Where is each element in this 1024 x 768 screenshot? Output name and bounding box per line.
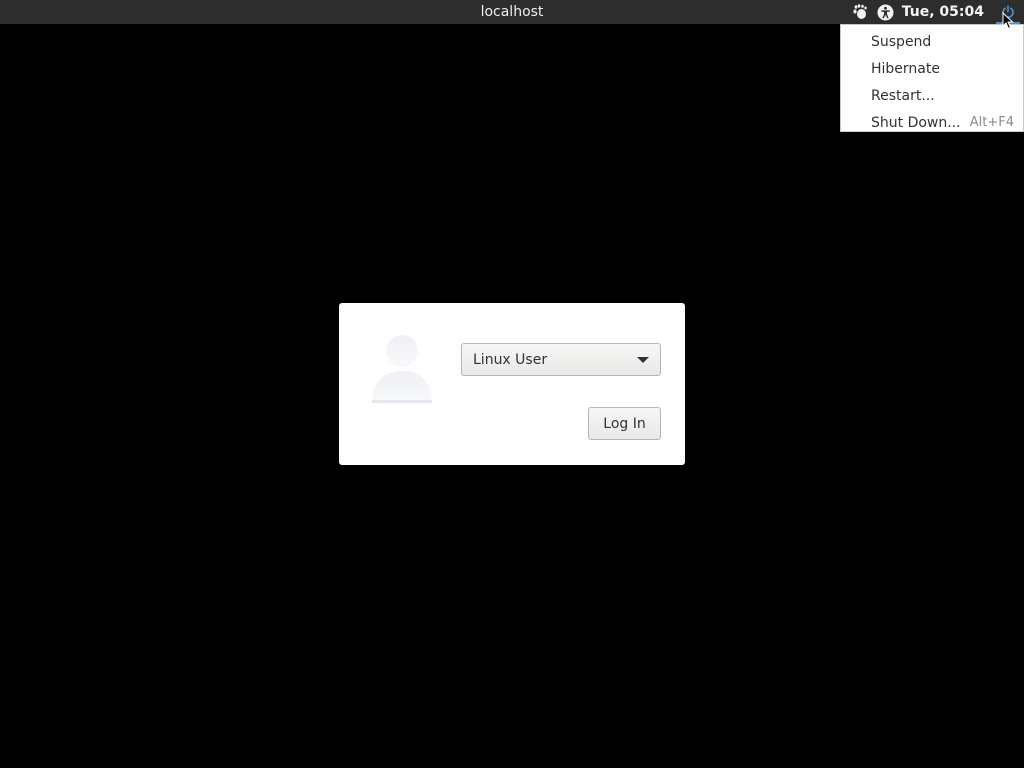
login-dialog: Linux User Log In xyxy=(339,303,685,465)
chevron-down-icon xyxy=(637,357,649,363)
clock[interactable]: Tue, 05:04 xyxy=(902,4,984,20)
log-in-button[interactable]: Log In xyxy=(588,407,661,440)
menu-item-label: Hibernate xyxy=(871,60,940,77)
menu-item-label: Restart... xyxy=(871,87,935,104)
menu-item-label: Suspend xyxy=(871,33,932,50)
menu-item-accel: Alt+F4 xyxy=(969,115,1014,130)
menu-item-hibernate[interactable]: Hibernate xyxy=(841,55,1023,82)
power-menu: Suspend Hibernate Restart... Shut Down..… xyxy=(840,24,1024,132)
menu-item-suspend[interactable]: Suspend xyxy=(841,28,1023,55)
gnome-foot-icon[interactable] xyxy=(848,0,872,24)
user-avatar-icon xyxy=(372,335,432,403)
selected-user: Linux User xyxy=(473,351,548,368)
menu-item-label: Shut Down... xyxy=(871,114,961,131)
login-screen: localhost Tue, 05:04 Suspend Hibernate R… xyxy=(0,0,1024,768)
menu-item-restart[interactable]: Restart... xyxy=(841,82,1023,109)
panel-tray: Tue, 05:04 xyxy=(846,0,1024,24)
mouse-cursor-icon xyxy=(1002,12,1014,30)
user-select[interactable]: Linux User xyxy=(461,343,661,376)
top-panel: localhost Tue, 05:04 xyxy=(0,0,1024,24)
menu-item-shut-down[interactable]: Shut Down... Alt+F4 xyxy=(841,109,1023,136)
accessibility-icon[interactable] xyxy=(874,0,898,24)
